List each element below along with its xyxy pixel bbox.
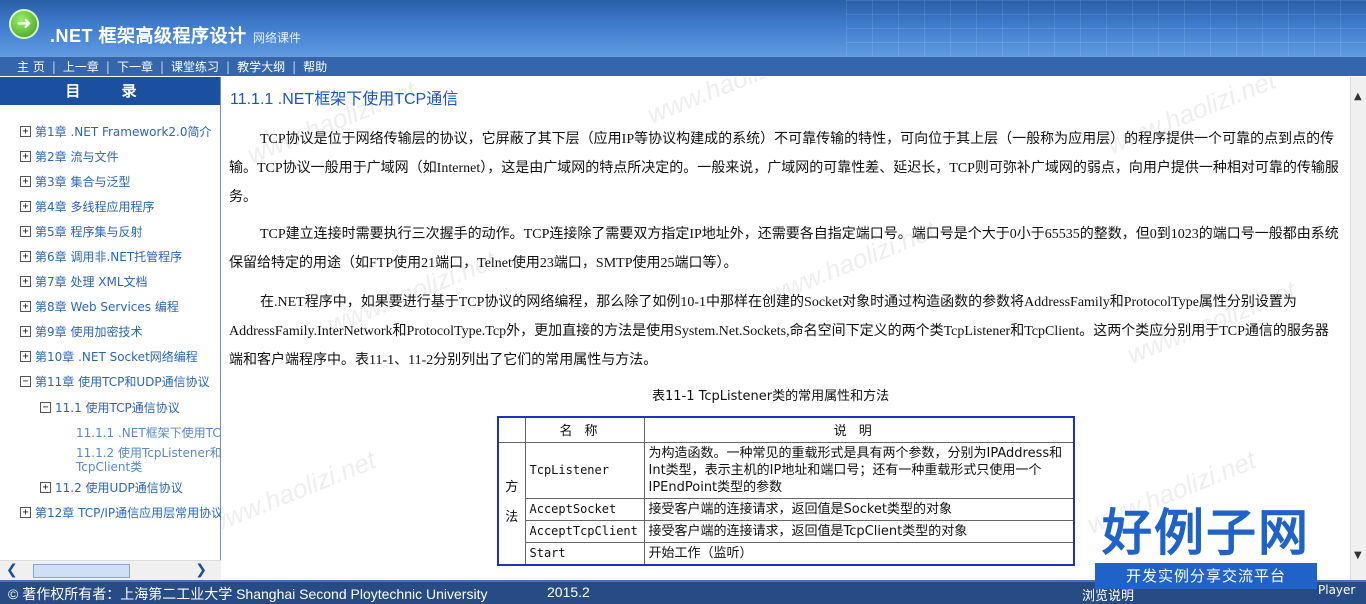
- table-caption: 表11-1 TcpListener类的常用属性和方法: [652, 389, 890, 404]
- toc-section-11-2[interactable]: +11.2 使用UDP通信协议: [40, 479, 183, 496]
- toc-chapter-9[interactable]: + 第9章 使用加密技术: [20, 323, 142, 340]
- table-cell-desc: 接受客户端的连接请求，返回值是TcpClient类型的对象: [643, 519, 1075, 543]
- section-title: 11.1.1 .NET框架下使用TCP通信: [230, 91, 459, 108]
- expand-icon[interactable]: +: [20, 226, 31, 237]
- toc-label: 11.1 使用TCP通信协议: [55, 401, 180, 415]
- brand-logo-text: 好例子网: [1102, 504, 1310, 562]
- table-cell-desc: 接受客户端的连接请求，返回值是Socket类型的对象: [643, 497, 1075, 521]
- toc-label: 11.1.1 .NET框架下使用TCP通信: [76, 426, 221, 440]
- table-cell-name: Start: [524, 541, 645, 565]
- paragraph-2: TCP建立连接时需要执行三次握手的动作。TCP连接除了需要双方指定IP地址外，还…: [229, 227, 1339, 271]
- expand-icon[interactable]: +: [40, 482, 51, 493]
- table-header-row: 名称 说明: [497, 416, 1075, 443]
- paragraph-3: 在.NET程序中，如果要进行基于TCP协议的网络编程，那么除了如例10-1中那样…: [229, 295, 1329, 368]
- footer-player[interactable]: Player: [1318, 583, 1355, 597]
- nav-next-chapter[interactable]: 下一章: [110, 58, 160, 75]
- expand-icon[interactable]: +: [20, 176, 31, 187]
- content-vertical-scrollbar[interactable]: ▲ ▼: [1350, 77, 1366, 580]
- toc-label: 第2章 流与文件: [35, 150, 119, 164]
- table-corner-cell: [497, 416, 526, 443]
- toc-subsection-11-1-2[interactable]: 11.1.2 使用TcpListener和TcpClient类: [76, 446, 221, 474]
- footer-copyright: © 著作权所有者：上海第二工业大学 Shanghai Second Ployte…: [8, 586, 488, 602]
- toc-label: 第4章 多线程应用程序: [35, 200, 155, 214]
- toc-label: 11.1.2 使用TcpListener和TcpClient类: [76, 446, 221, 474]
- scroll-right-arrow-icon[interactable]: ❯: [195, 562, 207, 578]
- paragraph-1: TCP协议是位于网络传输层的协议，它屏蔽了其下层（应用IP等协议构建成的系统）不…: [229, 132, 1339, 205]
- table-category-cell: 方法: [497, 441, 526, 565]
- toc-chapter-7[interactable]: + 第7章 处理 XML文档: [20, 273, 148, 290]
- footer-year: 2015.2: [547, 584, 590, 600]
- forward-arrow-icon[interactable]: ➜: [9, 9, 39, 39]
- toc-chapter-2[interactable]: + 第2章 流与文件: [20, 148, 118, 165]
- expand-icon[interactable]: +: [20, 507, 31, 518]
- toc-subsection-11-1-1[interactable]: 11.1.1 .NET框架下使用TCP通信: [76, 426, 221, 440]
- nav-syllabus[interactable]: 教学大纲: [230, 58, 292, 75]
- collapse-icon[interactable]: −: [40, 402, 51, 413]
- table-cell-name: TcpListener: [524, 441, 645, 499]
- expand-icon[interactable]: +: [20, 276, 31, 287]
- scroll-up-arrow-icon[interactable]: ▲: [1354, 91, 1362, 102]
- toc-label: 第8章 Web Services 编程: [35, 300, 179, 314]
- table-row: AcceptTcpClient 接受客户端的连接请求，返回值是TcpClient…: [498, 519, 1075, 543]
- toc-chapter-6[interactable]: + 第6章 调用非.NET托管程序: [20, 248, 182, 265]
- expand-icon[interactable]: +: [20, 326, 31, 337]
- app-subtitle: 网络课件: [253, 31, 302, 45]
- toc-chapter-8[interactable]: + 第8章 Web Services 编程: [20, 298, 179, 315]
- table-cell-name: AcceptSocket: [524, 497, 645, 521]
- expand-icon[interactable]: +: [20, 151, 31, 162]
- toc-label: 第1章 .NET Framework2.0简介: [35, 125, 212, 139]
- toc-chapter-1[interactable]: + 第1章 .NET Framework2.0简介: [20, 123, 211, 140]
- toc-label: 第11章 使用TCP和UDP通信协议: [35, 375, 210, 389]
- table-header-name: 名称: [524, 416, 645, 443]
- toc-label: 第10章 .NET Socket网络编程: [35, 350, 198, 364]
- scroll-left-arrow-icon[interactable]: ❮: [6, 562, 18, 578]
- expand-icon[interactable]: +: [20, 126, 31, 137]
- header-grid-decoration: [846, 0, 1366, 56]
- toc-chapter-11[interactable]: − 第11章 使用TCP和UDP通信协议: [20, 373, 210, 390]
- app-title: .NET 框架高级程序设计: [50, 26, 247, 46]
- watermark-text: www.haolizi.net: [642, 77, 821, 130]
- scroll-down-arrow-icon[interactable]: ▼: [1354, 550, 1362, 561]
- nav-prev-chapter[interactable]: 上一章: [56, 58, 106, 75]
- expand-icon[interactable]: +: [20, 301, 31, 312]
- toc-chapter-10[interactable]: + 第10章 .NET Socket网络编程: [20, 348, 198, 365]
- toc-chapter-3[interactable]: + 第3章 集合与泛型: [20, 173, 130, 190]
- toc-title: 目 录: [0, 77, 220, 105]
- toc-chapter-5[interactable]: + 第5章 程序集与反射: [20, 223, 142, 240]
- toc-tree: + 第1章 .NET Framework2.0简介 + 第2章 流与文件 + 第3章 …: [0, 105, 221, 560]
- toc-section-11-1[interactable]: −11.1 使用TCP通信协议: [40, 399, 180, 416]
- brand-slogan: 开发实例分享交流平台: [1095, 563, 1317, 589]
- watermark-text: www.haolizi.net: [222, 444, 381, 540]
- toc-label: 第9章 使用加密技术: [35, 325, 143, 339]
- toc-sidebar: 目 录 + 第1章 .NET Framework2.0简介 + 第2章 流与文件 +…: [0, 77, 221, 580]
- toc-label: 第3章 集合与泛型: [35, 175, 131, 189]
- scrollbar-thumb[interactable]: [33, 564, 130, 578]
- expand-icon[interactable]: +: [20, 201, 31, 212]
- brand-watermark: 好例子网 开发实例分享交流平台: [1095, 505, 1317, 591]
- toc-label: 第7章 处理 XML文档: [35, 275, 148, 289]
- table-cell-name: AcceptTcpClient: [524, 519, 645, 543]
- collapse-icon[interactable]: −: [20, 376, 31, 387]
- toc-chapter-12[interactable]: + 第12章 TCP/IP通信应用层常用协议: [20, 504, 221, 521]
- expand-icon[interactable]: +: [20, 251, 31, 262]
- top-nav: 主 页 | 上一章 | 下一章 | 课堂练习 | 教学大纲 | 帮助: [0, 56, 1366, 76]
- sidebar-horizontal-scrollbar[interactable]: ❮ ❯: [0, 560, 221, 580]
- table-cell-desc: 开始工作（监听）: [643, 541, 1075, 565]
- toc-label: 第5章 程序集与反射: [35, 225, 143, 239]
- toc-chapter-4[interactable]: + 第4章 多线程应用程序: [20, 198, 154, 215]
- toc-label: 第6章 调用非.NET托管程序: [35, 250, 183, 264]
- tcplistener-table: 名称 说明 方法 TcpListener 为构造函数。一种常见的重载形式是具有两…: [497, 416, 1075, 566]
- expand-icon[interactable]: +: [20, 351, 31, 362]
- table-row: 方法 TcpListener 为构造函数。一种常见的重载形式是具有两个参数，分别…: [497, 441, 1075, 565]
- table-header-desc: 说明: [643, 416, 1075, 443]
- table-cell-desc: 为构造函数。一种常见的重载形式是具有两个参数，分别为IPAddress和Int类…: [643, 441, 1075, 499]
- nav-exercises[interactable]: 课堂练习: [164, 58, 226, 75]
- table-row: Start 开始工作（监听）: [498, 541, 1075, 565]
- nav-home[interactable]: 主 页: [10, 58, 52, 75]
- toc-label: 11.2 使用UDP通信协议: [55, 481, 183, 495]
- nav-help[interactable]: 帮助: [296, 58, 334, 75]
- toc-label: 第12章 TCP/IP通信应用层常用协议: [35, 506, 221, 520]
- app-header: ➜ .NET 框架高级程序设计 网络课件: [0, 0, 1366, 56]
- table-row: AcceptSocket 接受客户端的连接请求，返回值是Socket类型的对象: [498, 497, 1075, 521]
